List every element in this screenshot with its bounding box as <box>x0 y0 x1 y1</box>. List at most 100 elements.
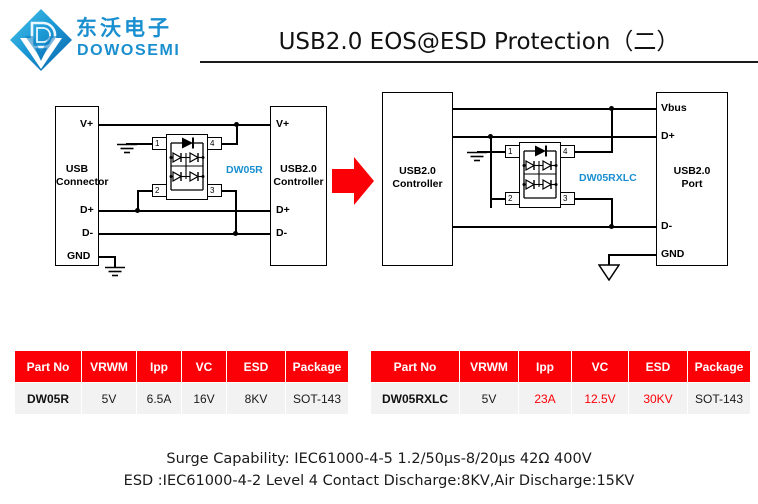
col-package: Package <box>688 351 750 382</box>
wire-dminus <box>99 233 270 235</box>
device-pin-1-right: 1 <box>505 145 520 158</box>
wire-pin4-vbus-riser <box>236 124 238 144</box>
usb-controller-block: USB2.0 Controller <box>270 106 327 266</box>
device-pin-3: 3 <box>207 184 222 197</box>
col-vrwm: VRWM <box>82 351 136 382</box>
col-ipp: Ipp <box>137 351 181 382</box>
pin-label-dminus-dst: D- <box>276 227 288 239</box>
col-esd: ESD <box>629 351 687 382</box>
cell-vrwm: 5V <box>460 383 518 414</box>
col-ipp: Ipp <box>519 351 571 382</box>
wire-dplus <box>99 210 270 212</box>
device-pin-4: 4 <box>207 137 222 150</box>
col-esd: ESD <box>227 351 285 382</box>
col-vrwm: VRWM <box>460 351 518 382</box>
wire-vbus <box>99 124 270 126</box>
earth-triangle-symbol <box>597 264 621 286</box>
usb-controller-block-right: USB2.0 Controller <box>382 92 453 266</box>
table-row: DW05R 5V 6.5A 16V 8KV SOT-143 <box>15 383 348 414</box>
usb-controller-label-line1: USB2.0 <box>280 163 317 175</box>
wire-gnd-right <box>608 254 656 256</box>
title-divider <box>200 61 758 63</box>
cell-package: SOT-143 <box>688 383 750 414</box>
wire-gnd-stub <box>99 256 115 258</box>
wire-pin2-dplus <box>137 190 153 192</box>
junction-dminus-right <box>609 224 614 229</box>
usb-controller-label-line2: Controller <box>273 175 324 188</box>
spec-table-left: Part No VRWM Ipp VC ESD Package DW05R 5V… <box>14 350 349 415</box>
device-pin-3-right: 3 <box>560 192 575 205</box>
usb-connector-block: USB Connector <box>55 106 109 266</box>
cell-part-no: DW05RXLC <box>371 383 459 414</box>
col-vc: VC <box>182 351 226 382</box>
pin-label-dplus-src: D+ <box>80 204 94 216</box>
wire-pin4-vbus-right <box>574 151 613 153</box>
pin-label-gnd-port: GND <box>661 248 685 260</box>
cell-part-no: DW05R <box>15 383 81 414</box>
dowosemi-logo-icon <box>6 6 76 74</box>
logo-english-text: DOWOSEMI <box>77 42 181 59</box>
right-circuit-diagram: USB2.0 Controller USB2.0 Port Vbus D+ D-… <box>370 80 758 300</box>
col-part-no: Part No <box>15 351 81 382</box>
device-pin-2: 2 <box>152 184 167 197</box>
col-package: Package <box>286 351 348 382</box>
usb-connector-label-line2: Connector <box>56 175 109 188</box>
cell-package: SOT-143 <box>286 383 348 414</box>
footer-notes: Surge Capability: IEC61000-4-5 1.2/50μs-… <box>0 448 758 492</box>
usb-port-label-line1: USB2.0 <box>673 165 711 177</box>
table-row: DW05RXLC 5V 23A 12.5V 30KV SOT-143 <box>371 383 750 414</box>
wire-pin3-dminus-drop <box>235 190 237 234</box>
device-pin-4-right: 4 <box>560 145 575 158</box>
cell-vrwm: 5V <box>82 383 136 414</box>
col-vc: VC <box>572 351 628 382</box>
cell-esd: 30KV <box>629 383 687 414</box>
footer-surge-line: Surge Capability: IEC61000-4-5 1.2/50μs-… <box>166 451 592 467</box>
wire-pin4-vbus-riser-right <box>611 108 613 152</box>
right-source-label-line1: USB2.0 <box>399 165 436 177</box>
wire-pin2-node-right <box>490 198 506 200</box>
usb-port-label-line2: Port <box>681 177 703 190</box>
cell-vc: 12.5V <box>572 383 628 414</box>
ground-symbol-connector <box>104 266 126 284</box>
right-part-name: DW05RXLC <box>579 172 637 184</box>
pin-label-dminus-port: D- <box>661 220 673 232</box>
junction-vbus-right <box>609 106 614 111</box>
junction-dplus <box>135 208 140 213</box>
ground-symbol-pin1 <box>116 143 138 161</box>
table-header-row: Part No VRWM Ipp VC ESD Package <box>371 351 750 382</box>
junction-vbus <box>234 122 239 127</box>
wire-dminus-right <box>453 226 656 228</box>
pin-label-gnd-src: GND <box>67 250 91 262</box>
junction-dminus <box>233 231 238 236</box>
cell-esd: 8KV <box>227 383 285 414</box>
usb-connector-label-line1: USB <box>65 163 89 175</box>
pin-label-vplus-src: V+ <box>80 118 94 130</box>
device-pin-1: 1 <box>152 137 167 150</box>
tvs-internal-schematic <box>166 134 208 200</box>
tvs-internal-schematic-right <box>519 142 561 208</box>
cell-ipp: 23A <box>519 383 571 414</box>
wire-dplus-right <box>453 136 656 138</box>
pin-label-dminus-src: D- <box>82 227 94 239</box>
usb-port-block: USB2.0 Port <box>656 92 728 266</box>
page-header: 东沃电子 DOWOSEMI USB2.0 EOS@ESD Protection（… <box>0 0 758 80</box>
table-header-row: Part No VRWM Ipp VC ESD Package <box>15 351 348 382</box>
junction-dplus-right <box>488 134 493 139</box>
wire-vbus-right <box>453 108 656 110</box>
pin-label-dplus-dst: D+ <box>276 204 290 216</box>
cell-ipp: 6.5A <box>137 383 181 414</box>
page-title: USB2.0 EOS@ESD Protection（二） <box>278 29 680 55</box>
device-pin-2-right: 2 <box>505 192 520 205</box>
left-part-name: DW05R <box>226 164 263 176</box>
ground-symbol-pin1-right <box>466 151 488 169</box>
right-source-label-line2: Controller <box>392 177 443 190</box>
wire-pin3-dminus-right <box>574 198 613 200</box>
cell-vc: 16V <box>182 383 226 414</box>
pin-label-vplus-dst: V+ <box>276 118 290 130</box>
left-circuit-diagram: USB Connector USB2.0 Controller V+ D+ D-… <box>0 80 370 300</box>
pin-label-vbus: Vbus <box>661 102 687 114</box>
footer-esd-line: ESD :IEC61000-4-2 Level 4 Contact Discha… <box>123 473 635 489</box>
spec-table-right: Part No VRWM Ipp VC ESD Package DW05RXLC… <box>370 350 751 415</box>
pin-label-dplus-port: D+ <box>661 130 675 142</box>
logo-chinese-text: 东沃电子 <box>76 16 172 40</box>
